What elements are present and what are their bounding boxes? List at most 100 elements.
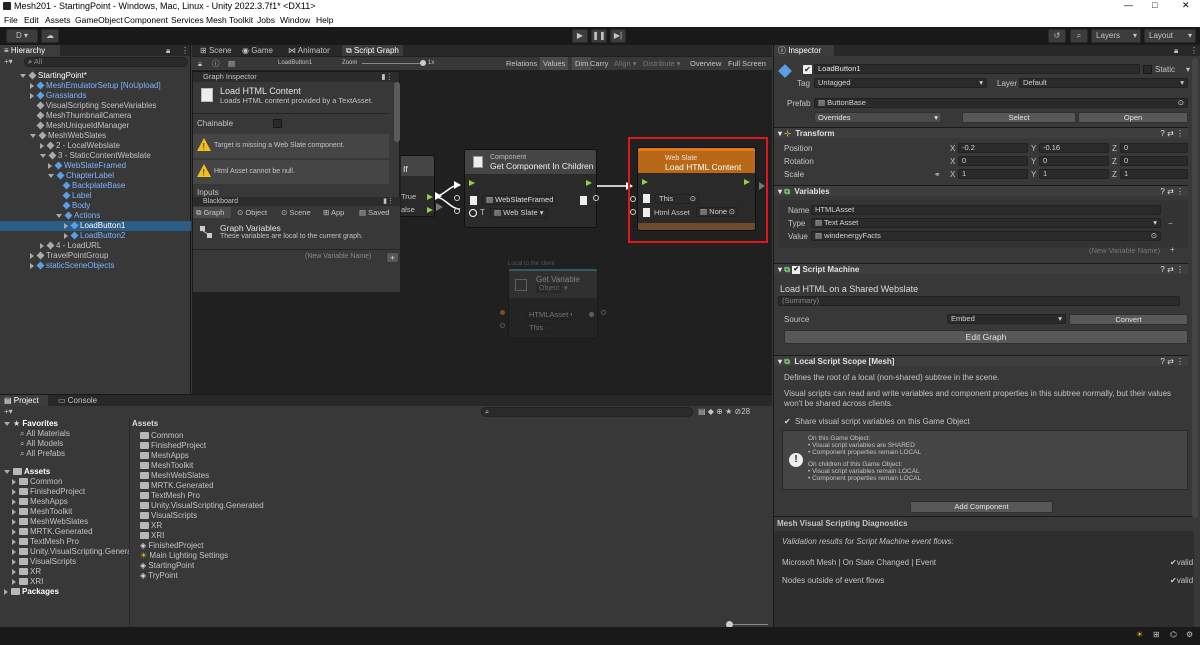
hierarchy-row[interactable]: TravelPointGroup <box>30 251 108 261</box>
variable-name-field[interactable]: HTMLAsset ▾ <box>525 310 573 320</box>
open-button[interactable]: Open <box>1078 112 1188 123</box>
flow-input-port[interactable] <box>469 180 475 186</box>
play-button[interactable]: ▶ <box>572 29 588 43</box>
html-asset-input-port[interactable] <box>630 209 636 215</box>
menu-kebab-icon[interactable]: ⋮ <box>181 45 189 56</box>
hierarchy-row[interactable]: staticSceneObjects <box>30 261 114 271</box>
asset-item[interactable]: MRTK.Generated <box>140 481 214 491</box>
step-button[interactable]: ▶| <box>610 29 626 43</box>
maximize-icon[interactable]: □ <box>1152 0 1157 10</box>
variable-value-field[interactable]: ▤ windenergyFacts ⊙ <box>811 231 1161 241</box>
local-scope-header[interactable]: ▾ ⧉ Local Script Scope [Mesh]? ⇄ ⋮ <box>774 355 1188 366</box>
object-name-input[interactable]: LoadButton1 <box>814 64 1140 74</box>
asset-item[interactable]: ◈ TryPoint <box>140 571 178 581</box>
constrain-proportions-icon[interactable]: ⚭ <box>934 170 941 179</box>
remove-variable-icon[interactable]: − <box>1168 219 1173 228</box>
menu-jobs[interactable]: Jobs <box>257 15 275 25</box>
this-input-port[interactable] <box>630 196 636 202</box>
convert-button[interactable]: Convert <box>1069 314 1188 325</box>
html-asset-field[interactable]: ▤ None ⊙ <box>696 207 738 217</box>
asset-folder-row[interactable]: MRTK.Generated <box>12 527 93 537</box>
active-checkbox[interactable]: ✔ <box>803 65 812 74</box>
true-output-port[interactable] <box>427 194 433 200</box>
asset-folder-row[interactable]: TextMesh Pro <box>12 537 79 547</box>
icon-size-slider[interactable] <box>728 624 768 625</box>
hierarchy-row[interactable]: WebSlateFramed <box>48 161 126 171</box>
asset-item[interactable]: ☀ Main Lighting Settings <box>140 551 228 561</box>
hierarchy-row[interactable]: Label <box>62 191 92 201</box>
hierarchy-row[interactable]: Actions <box>56 211 100 221</box>
type-input-port[interactable] <box>454 208 460 214</box>
share-checkbox[interactable]: ✔ <box>784 417 791 426</box>
source-dropdown[interactable]: Embed ▾ <box>947 314 1066 324</box>
minimize-icon[interactable]: — <box>1124 0 1133 10</box>
code-icon[interactable]: ⌬ <box>1170 630 1177 639</box>
cloud-icon[interactable]: ☁ <box>41 29 59 43</box>
tab-hierarchy[interactable]: ≡ Hierarchy <box>0 45 60 56</box>
asset-folder-row[interactable]: MeshToolkit <box>12 507 72 517</box>
false-output-port[interactable] <box>427 207 433 213</box>
asset-folder-row[interactable]: Unity.VisualScripting.Genera <box>12 547 129 557</box>
type-port[interactable] <box>469 209 477 217</box>
scale-y-input[interactable]: 1 <box>1039 169 1109 179</box>
add-variable-icon[interactable]: + <box>1170 245 1175 254</box>
get-variable-node[interactable]: Get Variable Object ▾ HTMLAsset ▾ This <box>508 269 598 339</box>
flow-output-port[interactable] <box>744 179 750 185</box>
inspector-scrollbar[interactable] <box>1192 58 1198 518</box>
asset-item[interactable]: Unity.VisualScripting.Generated <box>140 501 264 511</box>
scale-x-input[interactable]: 1 <box>958 169 1028 179</box>
scale-z-input[interactable]: 1 <box>1120 169 1188 179</box>
add-component-button[interactable]: Add Component <box>910 501 1053 513</box>
hierarchy-row[interactable]: 2 - LocalWebslate <box>40 141 120 151</box>
hierarchy-row[interactable]: LoadButton2 <box>64 231 125 241</box>
asset-folder-row[interactable]: XRI <box>12 577 43 587</box>
lock-icon[interactable]: 🔒︎ <box>166 45 170 56</box>
prefab-field[interactable]: ▤ ButtonBase ⊙ <box>814 98 1188 108</box>
favorite-item[interactable]: ⌕ All Materials <box>20 429 70 439</box>
new-variable-input[interactable]: (New Variable Name) <box>1089 246 1160 255</box>
get-component-node[interactable]: Component Get Component In Children ▤ Web… <box>464 149 597 228</box>
menu-services[interactable]: Services <box>171 15 204 25</box>
add-asset-icon[interactable]: +▾ <box>4 407 13 416</box>
rotation-x-input[interactable]: 0 <box>958 156 1028 166</box>
asset-item[interactable]: MeshApps <box>140 451 189 461</box>
menu-edit[interactable]: Edit <box>24 15 39 25</box>
menu-file[interactable]: File <box>4 15 18 25</box>
assets-root-row[interactable]: Assets <box>4 467 50 477</box>
target-input-port[interactable] <box>454 195 460 201</box>
hierarchy-row[interactable]: MeshUniqueIdManager <box>36 121 129 131</box>
load-html-node[interactable]: Web Slate Load HTML Content This ⊙ Html A… <box>637 147 756 231</box>
rotation-y-input[interactable]: 0 <box>1039 156 1109 166</box>
favorite-item[interactable]: ⌕ All Prefabs <box>20 449 65 459</box>
hierarchy-row[interactable]: VisualScripting SceneVariables <box>36 101 156 111</box>
edit-graph-button[interactable]: Edit Graph <box>784 330 1188 344</box>
transform-header[interactable]: ▾ ⊹ Transform? ⇄ ⋮ <box>774 127 1188 138</box>
asset-item[interactable]: MeshToolkit <box>140 461 193 471</box>
hierarchy-row[interactable]: Grasslands <box>30 91 86 101</box>
asset-folder-row[interactable]: Common <box>12 477 62 487</box>
tab-inspector[interactable]: ⓘ Inspector <box>774 45 834 56</box>
debug-icon[interactable]: ⚙ <box>1186 630 1193 639</box>
account-dropdown[interactable]: D ▾ <box>6 29 38 43</box>
menu-assets[interactable]: Assets <box>45 15 71 25</box>
menu-help[interactable]: Help <box>316 15 333 25</box>
hierarchy-row[interactable]: 4 - LoadURL <box>40 241 101 251</box>
tag-dropdown[interactable]: Untagged ▾ <box>814 78 987 88</box>
menu-window[interactable]: Window <box>280 15 310 25</box>
if-node[interactable]: If True alse <box>401 155 435 217</box>
favorite-item[interactable]: ⌕ All Models <box>20 439 63 449</box>
hierarchy-row[interactable]: MeshWebSlates <box>30 131 106 141</box>
asset-item[interactable]: TextMesh Pro <box>140 491 200 501</box>
asset-item[interactable]: Common <box>140 431 183 441</box>
asset-item[interactable]: MeshWebSlates <box>140 471 209 481</box>
script-machine-name[interactable]: Load HTML on a Shared Webslate <box>780 284 918 294</box>
asset-folder-row[interactable]: MeshWebSlates <box>12 517 88 527</box>
hierarchy-row[interactable]: Body <box>62 201 90 211</box>
asset-folder-row[interactable]: VisualScripts <box>12 557 76 567</box>
variable-target-field[interactable]: This <box>525 323 555 333</box>
flow-input-port[interactable] <box>642 179 648 185</box>
layers-dropdown[interactable]: Layers ▾ <box>1091 29 1141 43</box>
flow-output-port[interactable] <box>586 180 592 186</box>
search-icon[interactable]: ⌕ <box>1070 29 1088 43</box>
summary-field[interactable]: (Summary) <box>778 296 1180 306</box>
